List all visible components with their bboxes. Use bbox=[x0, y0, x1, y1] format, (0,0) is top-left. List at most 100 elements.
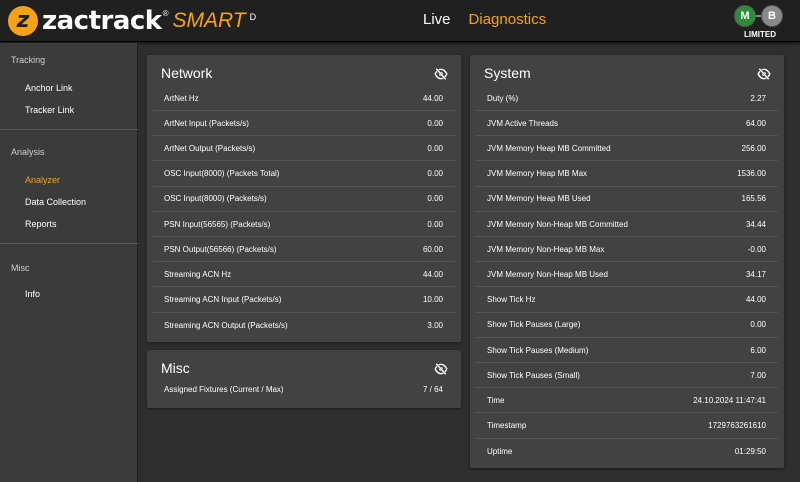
table-row: Show Tick Hz 44.00 bbox=[476, 288, 778, 313]
row-label: JVM Memory Non-Heap MB Used bbox=[487, 269, 608, 279]
nav-live[interactable]: Live bbox=[423, 11, 451, 28]
row-label: JVM Active Threads bbox=[487, 118, 558, 128]
row-value: 0.00 bbox=[750, 320, 766, 330]
sidebar-section-misc: Misc bbox=[11, 263, 30, 273]
system-panel: System Duty (%) 2.27 JVM Active Threads 64.… bbox=[470, 55, 784, 468]
table-row: Time 24.10.2024 11:47:41 bbox=[476, 388, 778, 414]
sidebar-divider bbox=[0, 129, 138, 130]
row-label: Assigned Fixtures (Current / Max) bbox=[164, 385, 284, 394]
logo-edition: D bbox=[249, 12, 257, 22]
license-status-label: LIMITED bbox=[744, 30, 776, 39]
table-row: JVM Memory Non-Heap MB Used 34.17 bbox=[476, 262, 778, 288]
row-label: Uptime bbox=[487, 446, 513, 456]
row-value: 1536.00 bbox=[737, 169, 766, 179]
row-value: 01:29:50 bbox=[734, 446, 766, 456]
row-label: Streaming ACN Input (Packets/s) bbox=[164, 295, 282, 305]
table-row: JVM Memory Non-Heap MB Max -0.00 bbox=[476, 237, 778, 263]
eye-off-icon[interactable] bbox=[757, 67, 771, 81]
sidebar-item-info[interactable]: Info bbox=[0, 289, 40, 299]
table-row: JVM Memory Heap MB Max 1536.00 bbox=[476, 162, 778, 187]
row-label: Duty (%) bbox=[487, 93, 519, 103]
sidebar-item-reports[interactable]: Reports bbox=[0, 219, 57, 229]
row-value: 7 / 64 bbox=[422, 385, 443, 394]
row-value: 1729763261610 bbox=[708, 421, 766, 431]
row-value: 0.00 bbox=[427, 169, 443, 179]
row-value: 0.00 bbox=[427, 194, 443, 204]
row-value: 60.00 bbox=[422, 244, 443, 254]
connection-status[interactable]: M B LIMITED bbox=[734, 5, 786, 39]
network-panel: Network ArtNet Hz 44.00 ArtNet Input (Pack… bbox=[147, 55, 461, 342]
row-value: 24.10.2024 11:47:41 bbox=[693, 395, 766, 405]
logo-smart-text: SMART bbox=[172, 9, 246, 32]
table-row: PSN Input(56565) (Packets/s) 0.00 bbox=[153, 212, 455, 237]
master-badge: M bbox=[734, 5, 756, 27]
row-value: 0.00 bbox=[427, 118, 443, 128]
table-row: ArtNet Input (Packets/s) 0.00 bbox=[153, 111, 455, 137]
table-row: OSC Input(8000) (Packets/s) 0.00 bbox=[153, 187, 455, 212]
table-row: Show Tick Pauses (Large) 0.00 bbox=[476, 313, 778, 338]
eye-off-icon[interactable] bbox=[434, 362, 448, 376]
row-label: ArtNet Output (Packets/s) bbox=[164, 143, 256, 153]
row-value: 0.00 bbox=[427, 143, 443, 153]
sidebar-item-data-collection[interactable]: Data Collection bbox=[0, 197, 86, 207]
row-label: ArtNet Hz bbox=[164, 93, 199, 103]
table-row: Streaming ACN Output (Packets/s) 3.00 bbox=[153, 313, 455, 338]
misc-panel: Misc Assigned Fixtures (Current / Max) 7 … bbox=[147, 350, 461, 408]
logo-text: zactrack bbox=[42, 6, 162, 36]
row-label: Time bbox=[487, 395, 505, 405]
row-label: JVM Memory Non-Heap MB Committed bbox=[487, 219, 628, 229]
row-value: 0.00 bbox=[427, 219, 443, 229]
table-row: OSC Input(8000) (Packets Total) 0.00 bbox=[153, 162, 455, 187]
table-row: Show Tick Pauses (Small) 7.00 bbox=[476, 363, 778, 389]
row-label: PSN Input(56565) (Packets/s) bbox=[164, 219, 271, 229]
row-label: JVM Memory Heap MB Max bbox=[487, 169, 588, 179]
row-label: OSC Input(8000) (Packets Total) bbox=[164, 169, 280, 179]
panel-title: System bbox=[484, 65, 531, 81]
sidebar-section-tracking: Tracking bbox=[11, 55, 46, 65]
row-label: Show Tick Hz bbox=[487, 295, 536, 305]
panel-title: Misc bbox=[161, 360, 190, 376]
panel-title: Network bbox=[161, 65, 213, 81]
row-label: Show Tick Pauses (Medium) bbox=[487, 345, 589, 355]
table-row: Show Tick Pauses (Medium) 6.00 bbox=[476, 338, 778, 363]
top-bar: z zactrack ® SMART D Live Diagnostics M … bbox=[0, 0, 800, 42]
sidebar-section-analysis: Analysis bbox=[11, 147, 45, 157]
table-row: PSN Output(56566) (Packets/s) 60.00 bbox=[153, 237, 455, 263]
row-label: Timestamp bbox=[487, 421, 527, 431]
main-nav: Live Diagnostics bbox=[423, 11, 546, 28]
nav-diagnostics[interactable]: Diagnostics bbox=[469, 11, 547, 28]
row-value: 44.00 bbox=[422, 269, 443, 279]
row-value: 44.00 bbox=[745, 295, 766, 305]
row-label: JVM Memory Non-Heap MB Max bbox=[487, 244, 605, 254]
row-value: 3.00 bbox=[427, 320, 443, 330]
row-label: Streaming ACN Output (Packets/s) bbox=[164, 320, 288, 330]
backup-badge: B bbox=[761, 5, 783, 27]
logo-mark-icon: z bbox=[8, 6, 38, 36]
table-row: JVM Memory Heap MB Used 165.56 bbox=[476, 187, 778, 212]
row-value: -0.00 bbox=[747, 244, 766, 254]
eye-off-icon[interactable] bbox=[434, 67, 448, 81]
sidebar-item-analyzer[interactable]: Analyzer bbox=[0, 175, 60, 185]
row-value: 2.27 bbox=[750, 93, 766, 103]
sidebar-item-anchor-link[interactable]: Anchor Link bbox=[0, 83, 73, 93]
row-value: 64.00 bbox=[745, 118, 766, 128]
table-row: JVM Memory Non-Heap MB Committed 34.44 bbox=[476, 212, 778, 237]
row-value: 34.44 bbox=[745, 219, 766, 229]
row-value: 6.00 bbox=[750, 345, 766, 355]
sidebar-item-tracker-link[interactable]: Tracker Link bbox=[0, 105, 74, 115]
row-label: ArtNet Input (Packets/s) bbox=[164, 118, 249, 128]
row-value: 44.00 bbox=[422, 93, 443, 103]
row-label: Streaming ACN Hz bbox=[164, 269, 232, 279]
row-label: JVM Memory Heap MB Committed bbox=[487, 143, 611, 153]
row-label: PSN Output(56566) (Packets/s) bbox=[164, 244, 277, 254]
sidebar: Tracking Anchor Link Tracker Link Analys… bbox=[0, 43, 138, 482]
logo-registered-mark: ® bbox=[162, 8, 169, 18]
row-value: 165.56 bbox=[741, 194, 766, 204]
row-label: Show Tick Pauses (Large) bbox=[487, 320, 581, 330]
row-value: 7.00 bbox=[750, 370, 766, 380]
row-label: Show Tick Pauses (Small) bbox=[487, 370, 580, 380]
row-value: 256.00 bbox=[741, 143, 766, 153]
row-label: JVM Memory Heap MB Used bbox=[487, 194, 591, 204]
table-row: Streaming ACN Input (Packets/s) 10.00 bbox=[153, 288, 455, 313]
zactrack-logo[interactable]: z zactrack ® SMART D bbox=[8, 6, 256, 36]
